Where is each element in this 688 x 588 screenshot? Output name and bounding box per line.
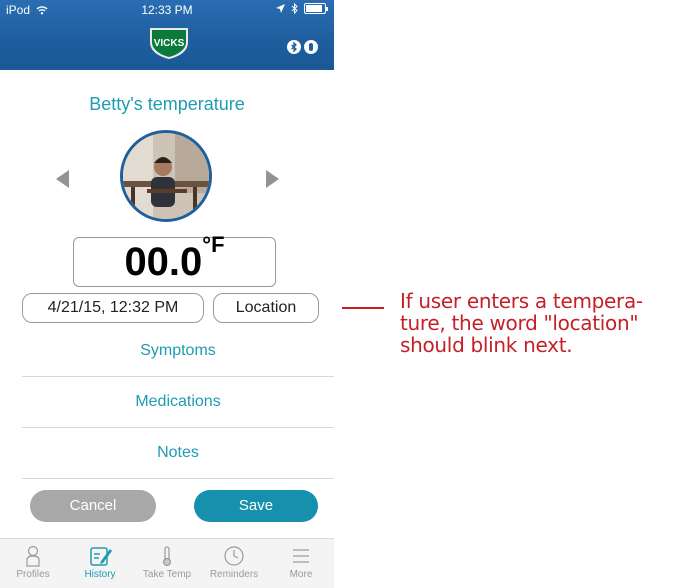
thermometer-icon <box>162 546 172 567</box>
vicks-logo: VICKS <box>150 28 188 59</box>
temperature-value: 00.0 <box>124 240 203 284</box>
save-button[interactable]: Save <box>194 490 318 522</box>
annotation-line: should blink next. <box>400 333 573 357</box>
annotation-line: If user enters a tempera- <box>400 289 643 313</box>
app-header: iPod 12:33 PM VICKS <box>0 0 334 70</box>
right-triangle-icon[interactable] <box>266 170 279 188</box>
page-title: Betty's temperature <box>89 94 245 114</box>
tab-label: Profiles <box>16 569 50 580</box>
tab-label: Take Temp <box>142 569 192 580</box>
tab-bar: Profiles History Take Temp Reminders Mor… <box>0 538 334 588</box>
logo-text: VICKS <box>154 38 185 49</box>
temperature-unit: °F <box>202 232 225 257</box>
tab-take-temp[interactable]: Take Temp <box>134 539 200 588</box>
status-bar: iPod 12:33 PM <box>0 0 334 20</box>
tab-profiles[interactable]: Profiles <box>0 539 66 588</box>
menu-icon <box>293 549 309 563</box>
profile-icon <box>26 545 40 567</box>
location-button[interactable]: Location <box>213 293 319 323</box>
bluetooth-status-icon <box>291 3 298 14</box>
bluetooth-icon[interactable] <box>287 40 301 54</box>
divider <box>22 427 334 428</box>
temperature-display[interactable]: 00.0°F <box>73 232 276 287</box>
symptoms-row[interactable]: Symptoms <box>22 342 334 360</box>
history-icon <box>90 547 112 566</box>
annotation-leader-line <box>342 307 384 309</box>
cancel-button[interactable]: Cancel <box>30 490 156 522</box>
thermometer-probe-icon[interactable] <box>304 40 318 54</box>
header-icons <box>287 40 318 54</box>
annotation-note: If user enters a tempera- ture, the word… <box>400 290 686 356</box>
avatar-photo <box>123 133 209 219</box>
tab-reminders[interactable]: Reminders <box>201 539 267 588</box>
tab-label: History <box>84 569 116 580</box>
tab-label: More <box>289 569 313 580</box>
battery-icon <box>304 3 328 14</box>
status-right <box>276 3 328 14</box>
location-arrow-icon <box>276 4 285 13</box>
phone-screen: iPod 12:33 PM VICKS Betty's temperature … <box>0 0 334 588</box>
divider <box>22 376 334 377</box>
datetime-field[interactable]: 4/21/15, 12:32 PM <box>22 293 204 323</box>
clock-icon <box>224 546 244 566</box>
annotation-line: ture, the word "location" <box>400 311 639 335</box>
left-triangle-icon[interactable] <box>56 170 69 188</box>
tab-label: Reminders <box>209 569 259 580</box>
tab-more[interactable]: More <box>268 539 334 588</box>
notes-row[interactable]: Notes <box>22 444 334 462</box>
tab-history[interactable]: History <box>67 539 133 588</box>
medications-row[interactable]: Medications <box>22 393 334 411</box>
profile-avatar[interactable] <box>120 130 212 222</box>
divider <box>22 478 334 479</box>
